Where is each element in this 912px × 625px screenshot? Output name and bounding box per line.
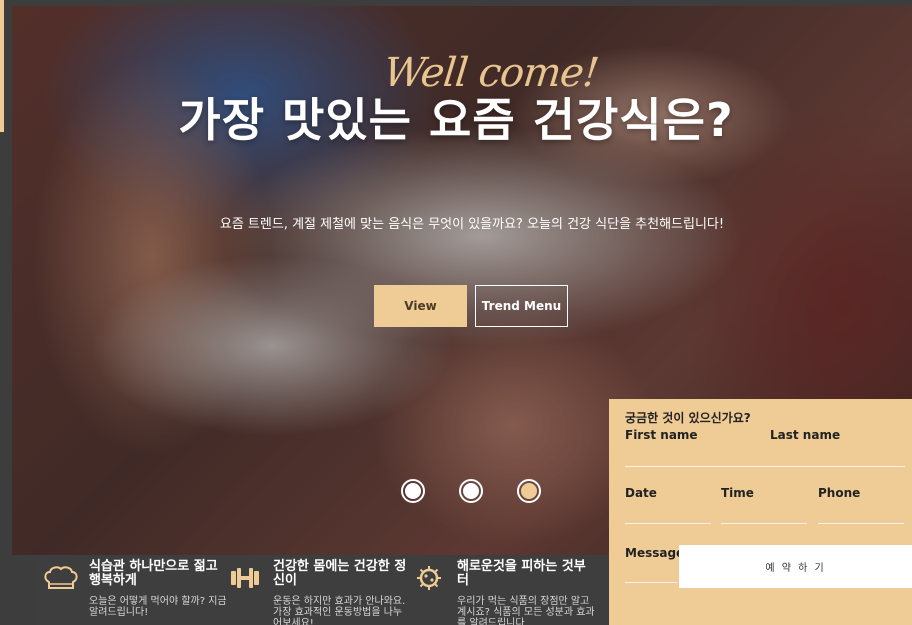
slider-dot-3-active[interactable] bbox=[517, 479, 541, 503]
feature-title: 식습관 하나만으로 젊고 행복하게 bbox=[89, 559, 218, 588]
feature-desc: 우리가 먹는 식품의 장점만 알고 계시죠? 식품의 모든 성분과 효과를 알려… bbox=[457, 596, 595, 625]
form-question: 궁금한 것이 있으신가요? bbox=[625, 411, 751, 425]
feature-title: 해로운것을 피하는 것부터 bbox=[457, 559, 586, 588]
virus-icon bbox=[417, 566, 441, 590]
chef-hat-icon bbox=[44, 566, 78, 589]
message-label: Message bbox=[625, 546, 685, 560]
feature-desc: 운동은 하지만 효과가 안나와요. 가장 효과적인 운동방법을 나누어보세요! bbox=[273, 596, 406, 625]
trend-menu-button[interactable]: Trend Menu bbox=[475, 285, 568, 327]
phone-label: Phone bbox=[818, 486, 861, 500]
view-button[interactable]: View bbox=[374, 285, 467, 327]
time-label: Time bbox=[721, 486, 754, 500]
hero-subtext: 요즘 트렌드, 계절 제철에 맞는 음식은 무엇이 있을까요? 오늘의 건강 식… bbox=[219, 217, 725, 232]
slider-dot-2[interactable] bbox=[459, 479, 483, 503]
feature-bar: 식습관 하나만으로 젊고 행복하게 오늘은 어떻게 먹어야 할까? 지금 알려드… bbox=[37, 555, 608, 625]
time-field[interactable] bbox=[721, 523, 807, 524]
date-field[interactable] bbox=[625, 523, 711, 524]
feature-desc: 오늘은 어떻게 먹어야 할까? 지금 알려드립니다! bbox=[89, 596, 227, 618]
hero-headline: 가장 맛있는 요즘 건강식은? bbox=[178, 93, 734, 147]
first-name-label: First name bbox=[625, 428, 698, 442]
feature-title: 건강한 몸에는 건강한 정신이 bbox=[273, 559, 407, 588]
date-label: Date bbox=[625, 486, 657, 500]
reservation-form: 궁금한 것이 있으신가요? First name Last name Date … bbox=[609, 399, 912, 625]
name-field[interactable] bbox=[625, 466, 905, 467]
phone-field[interactable] bbox=[818, 523, 904, 524]
slider-dots bbox=[401, 479, 541, 503]
page-frame: Well come! 가장 맛있는 요즘 건강식은? 요즘 트렌드, 계절 제철… bbox=[0, 0, 912, 625]
reserve-button[interactable]: 예 약 하 기 bbox=[679, 545, 912, 588]
message-field[interactable] bbox=[625, 582, 677, 583]
dumbbell-icon bbox=[231, 568, 259, 588]
slider-dot-1[interactable] bbox=[401, 479, 425, 503]
last-name-label: Last name bbox=[770, 428, 841, 442]
